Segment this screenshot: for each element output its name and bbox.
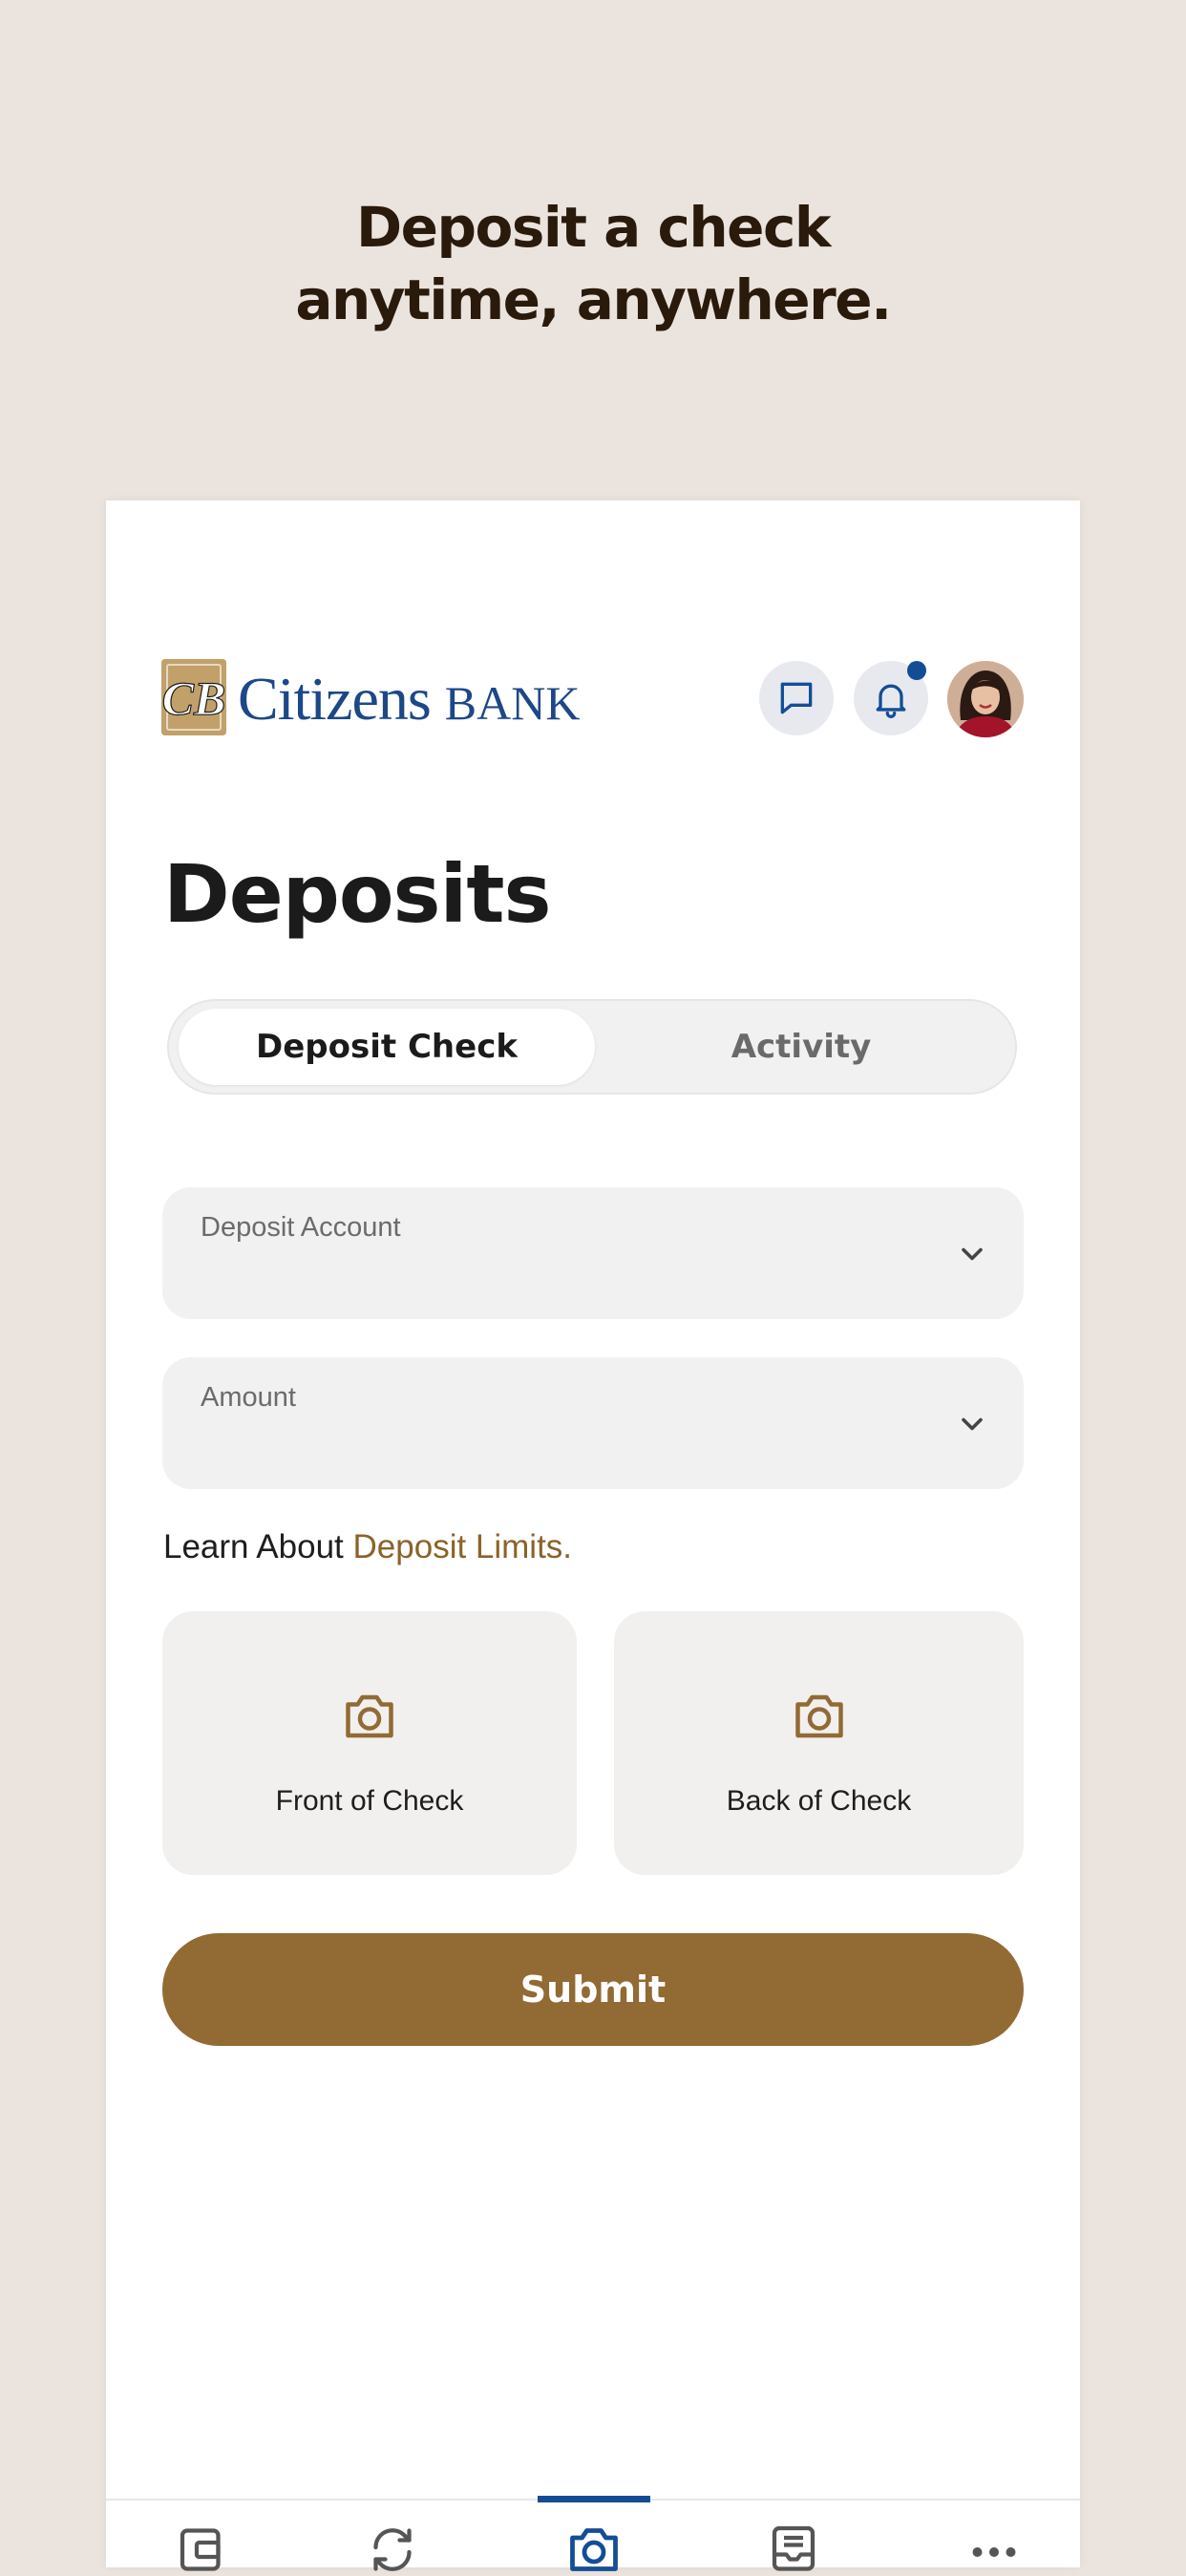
camera-icon xyxy=(346,1694,393,1738)
avatar[interactable] xyxy=(947,661,1024,737)
deposit-account-label: Deposit Account xyxy=(201,1212,401,1243)
inbox-icon xyxy=(772,2525,815,2571)
tab-activity[interactable]: Activity xyxy=(593,1009,1009,1085)
tabbar-transfers[interactable] xyxy=(364,2523,421,2571)
camera-icon xyxy=(794,1694,843,1738)
amount-label: Amount xyxy=(201,1382,296,1413)
tabbar-more[interactable] xyxy=(965,2523,1023,2571)
app-screen: CB Citizens BANK Deposits Deposit Check … xyxy=(106,500,1080,2571)
logo-mark: CB xyxy=(161,659,226,735)
citizens-bank-logo: CB Citizens BANK xyxy=(161,659,580,735)
deposit-limits-link[interactable]: Deposit Limits. xyxy=(353,1528,573,1565)
submit-button[interactable]: Submit xyxy=(162,1933,1024,2046)
deposit-limits-text: Learn About Deposit Limits. xyxy=(163,1528,572,1566)
learn-prefix: Learn About xyxy=(163,1528,344,1565)
notification-dot xyxy=(907,661,926,680)
front-of-check-capture[interactable]: Front of Check xyxy=(162,1611,577,1875)
chevron-down-icon xyxy=(962,1417,983,1431)
promo-headline-line2: anytime, anywhere. xyxy=(295,267,892,332)
page-title: Deposits xyxy=(163,847,551,941)
tabbar-accounts[interactable] xyxy=(173,2523,230,2571)
svg-text:CB: CB xyxy=(162,671,226,725)
logo-wordmark: Citizens BANK xyxy=(238,663,580,739)
back-of-check-label: Back of Check xyxy=(726,1785,912,1817)
tabbar-active-indicator xyxy=(538,2496,650,2502)
camera-icon xyxy=(570,2528,618,2571)
tab-deposit-check[interactable]: Deposit Check xyxy=(179,1009,595,1085)
back-of-check-capture[interactable]: Back of Check xyxy=(614,1611,1024,1875)
amount-field[interactable]: Amount xyxy=(162,1357,1024,1489)
promo-headline-line1: Deposit a check xyxy=(356,195,831,260)
chat-icon xyxy=(780,682,813,714)
tabbar-deposit[interactable] xyxy=(565,2523,623,2571)
segmented-tabs: Deposit Check Activity xyxy=(167,999,1017,1095)
transfer-icon xyxy=(373,2528,412,2571)
bell-icon xyxy=(876,684,906,718)
logo-text-bank: BANK xyxy=(444,676,581,730)
front-of-check-label: Front of Check xyxy=(275,1785,464,1817)
wallet-icon xyxy=(180,2528,221,2571)
deposit-account-select[interactable]: Deposit Account xyxy=(162,1187,1024,1319)
promo-headline: Deposit a check anytime, anywhere. xyxy=(0,191,1186,336)
notifications-button[interactable] xyxy=(854,661,928,735)
logo-text-citizens: Citizens xyxy=(238,665,432,733)
chat-button[interactable] xyxy=(759,661,834,735)
more-icon xyxy=(972,2547,1016,2557)
tabbar-inbox[interactable] xyxy=(765,2523,822,2571)
chevron-down-icon xyxy=(962,1247,983,1261)
